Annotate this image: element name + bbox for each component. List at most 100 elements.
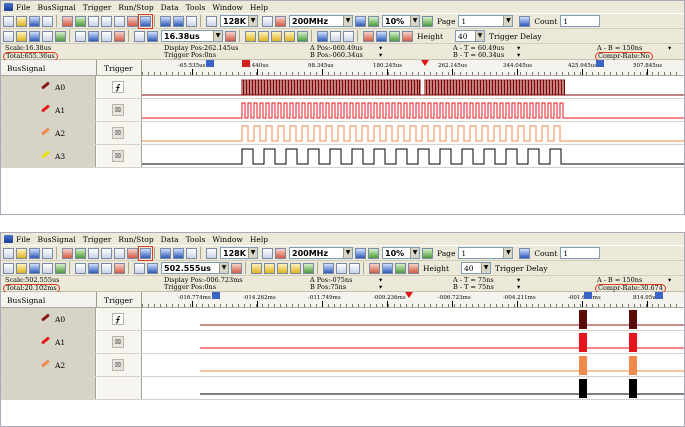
cursor-icon[interactable] (75, 262, 86, 274)
waveform-area[interactable]: A0 ⨍ A1 ⊠ A2 ⊠ (1, 308, 684, 426)
zoom-in-icon[interactable] (225, 30, 236, 42)
chevron-down-icon[interactable]: ▾ (379, 52, 382, 59)
menu-data[interactable]: Data (161, 235, 179, 244)
marker-b-icon[interactable] (376, 30, 387, 42)
run-icon[interactable] (160, 15, 171, 27)
measure-icon[interactable] (101, 247, 112, 259)
save-icon[interactable] (29, 247, 40, 259)
marker-b-icon[interactable] (382, 262, 393, 274)
i2c-icon[interactable] (264, 262, 275, 274)
menu-tools[interactable]: Tools (186, 235, 206, 244)
export-icon[interactable] (408, 262, 419, 274)
dont-care-trigger-icon[interactable]: ⊠ (112, 150, 124, 162)
goto-end-icon[interactable] (343, 30, 354, 42)
chevron-down-icon[interactable]: ▾ (517, 52, 520, 59)
color-icon[interactable] (114, 30, 125, 42)
menu-window[interactable]: Window (212, 235, 243, 244)
run-icon[interactable] (160, 247, 171, 259)
chevron-down-icon[interactable]: ▾ (668, 277, 671, 284)
time-span-select[interactable]: 502.555us ▼ (161, 262, 229, 274)
trigger-percent-select[interactable]: 10% ▼ (382, 247, 420, 259)
cursor-b-marker-icon[interactable] (655, 292, 663, 299)
cursor-b-marker-icon[interactable] (212, 292, 220, 299)
bus-decode-icon[interactable] (251, 262, 262, 274)
trigger-marker-icon[interactable] (405, 292, 413, 298)
dont-care-trigger-icon[interactable]: ⊠ (112, 127, 124, 139)
menu-trigger[interactable]: Trigger (83, 3, 112, 12)
memory-depth-select[interactable]: 128K ▼ (220, 247, 258, 259)
filter-icon[interactable] (88, 15, 99, 27)
chevron-down-icon[interactable]: ▾ (517, 284, 520, 291)
compression-icon[interactable] (138, 13, 153, 29)
channel-row-a2[interactable]: A2 ⊠ (1, 354, 684, 377)
menu-runstop[interactable]: Run/Stop (118, 235, 153, 244)
trigger-marker-icon[interactable] (421, 60, 429, 66)
open-folder-icon[interactable] (16, 15, 27, 27)
goto-start-icon[interactable] (336, 262, 347, 274)
time-ruler[interactable]: -65.535us 16.440us 98.345us 180.245us 262.14… (142, 60, 684, 76)
sample-rate-select[interactable]: 200MHz ▼ (289, 15, 353, 27)
bus-decode-icon[interactable] (245, 30, 256, 42)
open-folder-icon[interactable] (16, 247, 27, 259)
run-continuous-icon[interactable] (173, 247, 184, 259)
cursor-a-marker-icon[interactable] (242, 60, 250, 67)
channel-row-a1[interactable]: A1 ⊠ (1, 331, 684, 354)
sample-rate-select[interactable]: 200MHz ▼ (289, 247, 353, 259)
color-icon[interactable] (114, 262, 125, 274)
trigger-setup-icon[interactable] (114, 247, 125, 259)
select-icon[interactable] (88, 30, 99, 42)
spi-icon[interactable] (271, 30, 282, 42)
menu-window[interactable]: Window (212, 3, 243, 12)
edge-trigger-icon[interactable] (127, 247, 138, 259)
edge-trigger-icon[interactable] (127, 15, 138, 27)
run-continuous-icon[interactable] (173, 15, 184, 27)
waveform-area[interactable]: A0 ⨍ A1 ⊠ A2 ⊠ A3 ⊠ (1, 76, 684, 214)
table-icon[interactable] (55, 262, 66, 274)
rising-edge-trigger-icon[interactable]: ⨍ (112, 313, 124, 325)
new-file-icon[interactable] (3, 247, 14, 259)
grid-icon[interactable] (42, 262, 53, 274)
page-select[interactable]: 1 ▼ (458, 247, 514, 259)
protocol-icon[interactable] (303, 262, 314, 274)
rising-edge-trigger-icon[interactable]: ⨍ (112, 81, 124, 93)
zoom-icon[interactable] (16, 262, 27, 274)
channel-row-a1[interactable]: A1 ⊠ (1, 99, 684, 122)
zoom-in-icon[interactable] (231, 262, 242, 274)
chevron-down-icon[interactable]: ▾ (379, 284, 382, 291)
dont-care-trigger-icon[interactable]: ⊠ (112, 336, 124, 348)
dont-care-trigger-icon[interactable]: ⊠ (112, 359, 124, 371)
goto-end-icon[interactable] (349, 262, 360, 274)
hand-icon[interactable] (101, 262, 112, 274)
channel-row-a0[interactable]: A0 ⨍ (1, 308, 684, 331)
channel-row-a2[interactable]: A2 ⊠ (1, 122, 684, 145)
cursor-b-marker-icon[interactable] (584, 292, 592, 299)
signal-config-icon[interactable] (62, 247, 73, 259)
i2c-icon[interactable] (258, 30, 269, 42)
goto-start-icon[interactable] (330, 30, 341, 42)
menu-help[interactable]: Help (250, 235, 268, 244)
protocol-icon[interactable] (297, 30, 308, 42)
display-mode-icon[interactable] (134, 262, 145, 274)
bus-config-icon[interactable] (75, 15, 86, 27)
page-select[interactable]: 1 ▼ (458, 15, 514, 27)
home-icon[interactable] (3, 262, 14, 274)
grid-icon[interactable] (42, 30, 53, 42)
stop-icon[interactable] (186, 247, 197, 259)
time-span-select[interactable]: 16.38us ▼ (161, 30, 223, 42)
find-icon[interactable] (317, 30, 328, 42)
find-icon[interactable] (323, 262, 334, 274)
trigger-delay-label[interactable]: Trigger Delay (495, 264, 548, 273)
cursor-icon[interactable] (75, 30, 86, 42)
spi-icon[interactable] (277, 262, 288, 274)
export-icon[interactable] (402, 30, 413, 42)
select-icon[interactable] (88, 262, 99, 274)
refresh-icon[interactable] (29, 262, 40, 274)
hand-icon[interactable] (101, 30, 112, 42)
count-field[interactable]: 1 (560, 247, 601, 259)
menu-bussignal[interactable]: BusSignal (37, 235, 75, 244)
save-icon[interactable] (29, 15, 40, 27)
marker-t-icon[interactable] (389, 30, 400, 42)
channel-row-a3[interactable]: A3 ⊠ (1, 145, 684, 168)
menu-file[interactable]: File (16, 3, 30, 12)
measure-icon[interactable] (101, 15, 112, 27)
